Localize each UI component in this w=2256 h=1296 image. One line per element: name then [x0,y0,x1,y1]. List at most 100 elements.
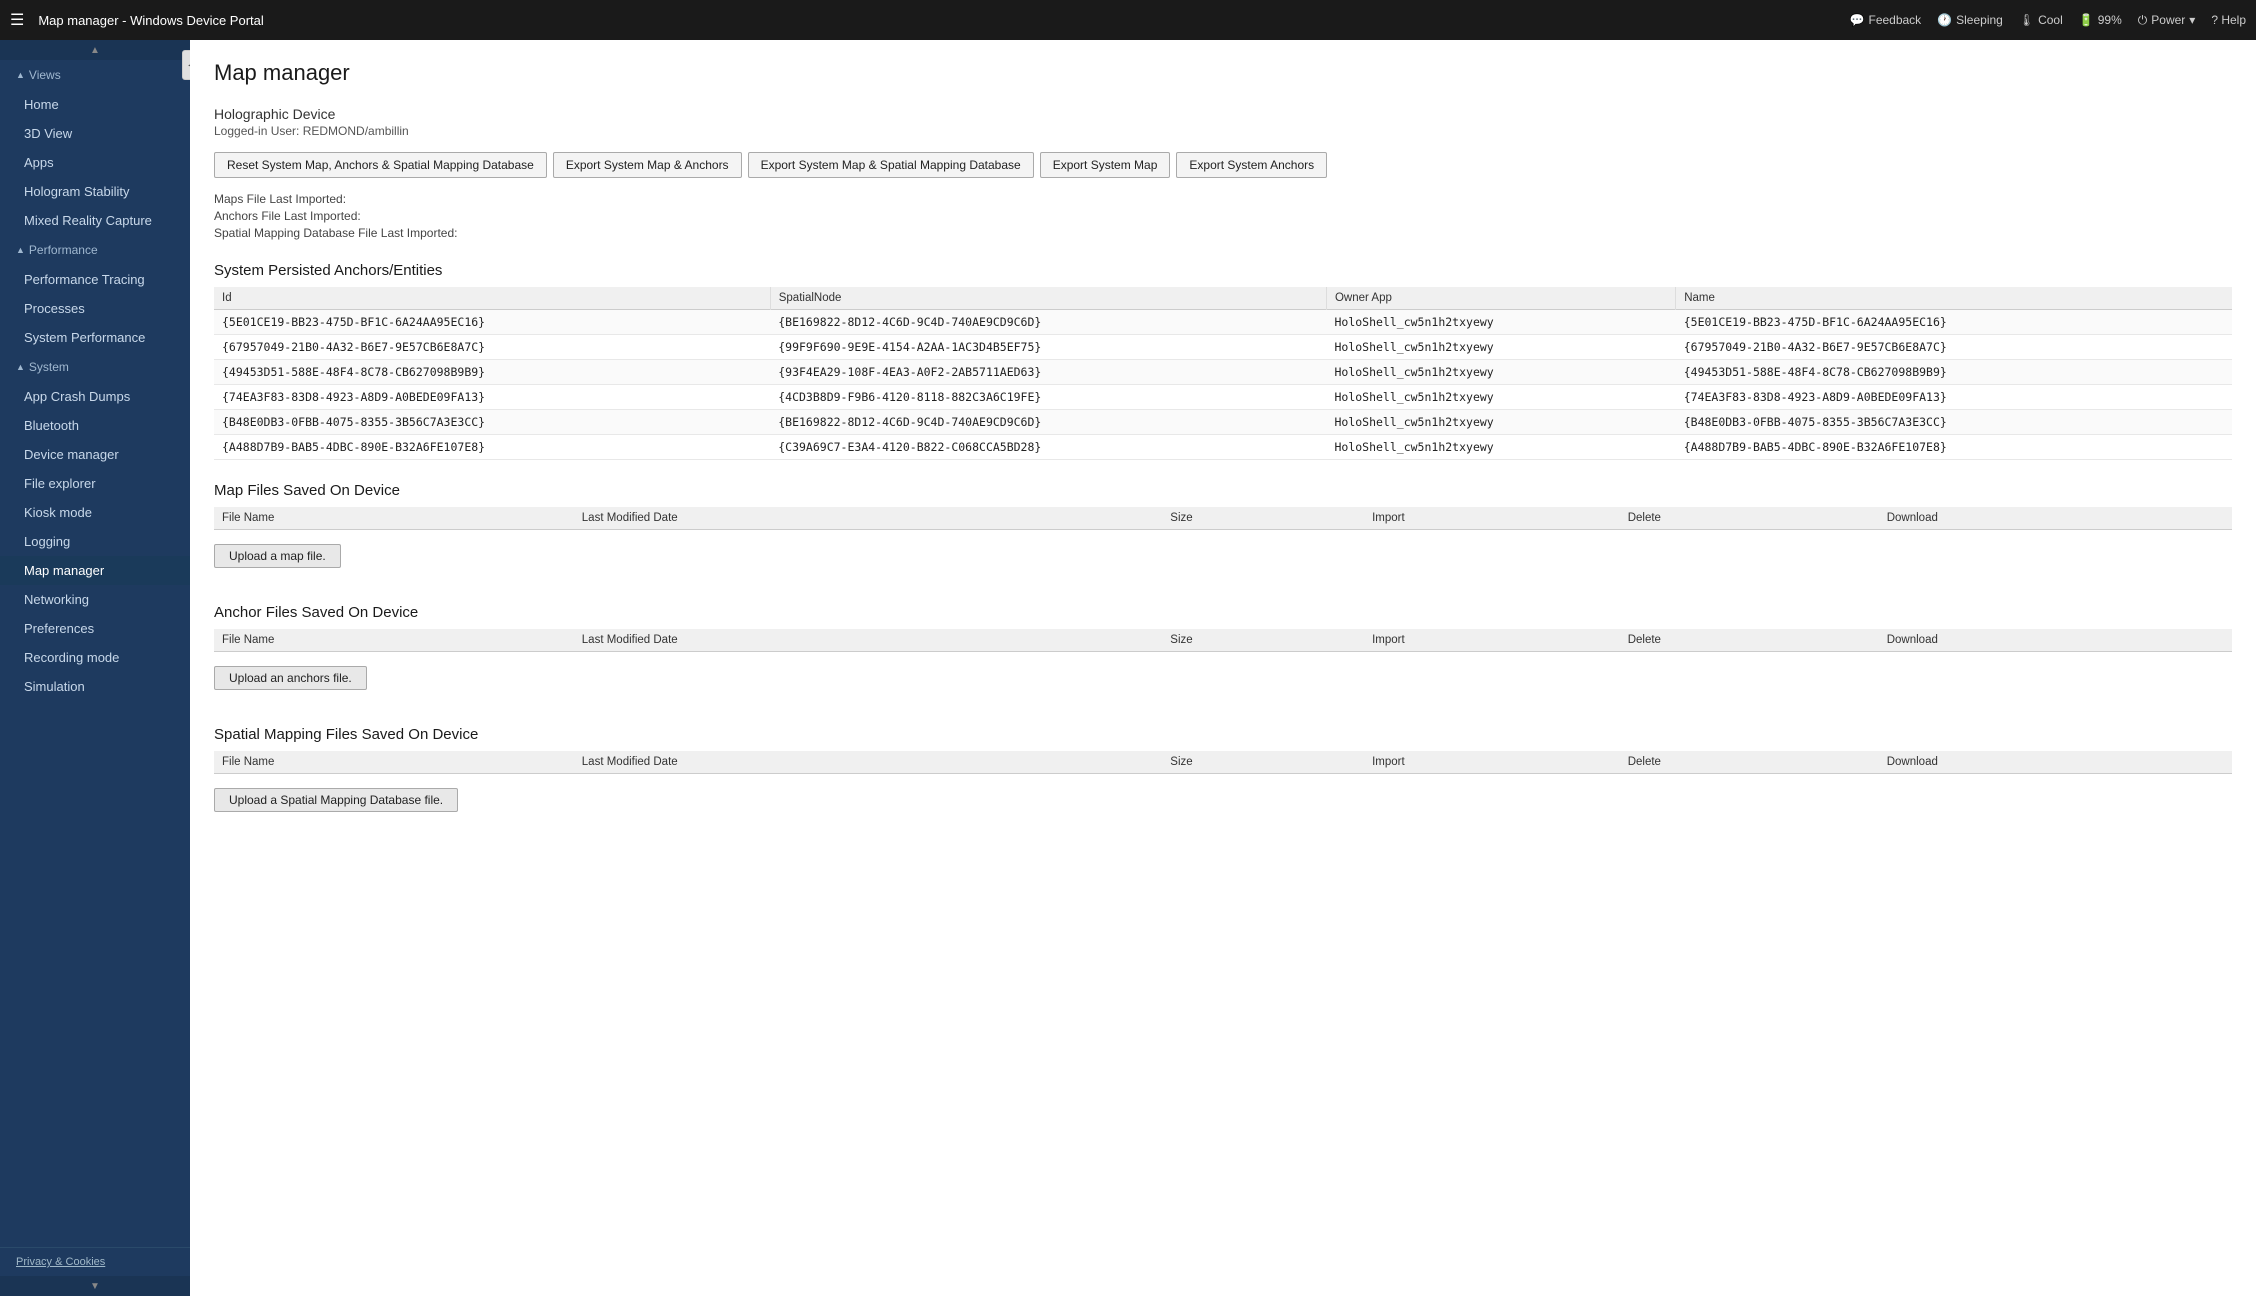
table-cell-name: {B48E0DB3-0FBB-4075-8355-3B56C7A3E3CC} [1676,410,2232,435]
table-row: {A488D7B9-BAB5-4DBC-890E-B32A6FE107E8} {C… [214,435,2232,460]
sidebar-section-performance[interactable]: Performance [0,235,190,265]
sidebar-item-apps[interactable]: Apps [0,148,190,177]
titlebar-controls: 💬 Feedback 🕐 Sleeping 🌡 Cool 🔋 99% ⏻ Pow… [1850,13,2246,28]
sidebar-item-bluetooth[interactable]: Bluetooth [0,411,190,440]
sleeping-status: 🕐 Sleeping [1937,13,2003,27]
upload-anchors-button[interactable]: Upload an anchors file. [214,666,367,690]
anchors-table-header: Id SpatialNode Owner App Name [214,287,2232,310]
sidebar-section-system[interactable]: System [0,352,190,382]
battery-status: 🔋 99% [2079,13,2122,27]
sidebar-collapse-button[interactable]: ◀ [182,50,190,80]
spatial-col-download: Download [1879,751,2232,774]
export-map-button[interactable]: Export System Map [1040,152,1171,178]
help-button[interactable]: ? Help [2211,13,2246,27]
anchor-col-download: Download [1879,629,2232,652]
sidebar-item-device-manager[interactable]: Device manager [0,440,190,469]
table-cell-id: {74EA3F83-83D8-4923-A8D9-A0BEDE09FA13} [214,385,770,410]
table-cell-owner_app: HoloShell_cw5n1h2txyewy [1326,385,1675,410]
export-map-anchors-button[interactable]: Export System Map & Anchors [553,152,742,178]
map-col-filename: File Name [214,507,574,530]
anchor-files-table: File Name Last Modified Date Size Import… [214,629,2232,652]
spatial-col-delete: Delete [1620,751,1879,774]
device-section-label: Holographic Device [214,106,2232,122]
table-row: {49453D51-588E-48F4-8C78-CB627098B9B9}{9… [214,360,2232,385]
table-cell-spatial_node: {BE169822-8D12-4C6D-9C4D-740AE9CD9C6D} [770,310,1326,335]
sidebar-item-home[interactable]: Home [0,90,190,119]
battery-icon: 🔋 [2079,13,2094,27]
table-cell-name: {A488D7B9-BAB5-4DBC-890E-B32A6FE107E8} [1676,435,2232,460]
col-header-spatialnode: SpatialNode [770,287,1326,310]
table-cell-owner_app: HoloShell_cw5n1h2txyewy [1326,410,1675,435]
main-layout: ▲ ◀ Views Home 3D View Apps Hologram Sta… [0,40,2256,1296]
spatial-files-table: File Name Last Modified Date Size Import… [214,751,2232,774]
spatial-col-size: Size [1162,751,1364,774]
table-cell-spatial_node: {93F4EA29-108F-4EA3-A0F2-2AB5711AED63} [770,360,1326,385]
col-header-id: Id [214,287,770,310]
sidebar-scroll-down[interactable]: ▼ [0,1276,190,1296]
sidebar-item-logging[interactable]: Logging [0,527,190,556]
maps-file-info: Maps File Last Imported: [214,192,2232,206]
table-row: {B48E0DB3-0FBB-4075-8355-3B56C7A3E3CC} {B… [214,410,2232,435]
sidebar-item-preferences[interactable]: Preferences [0,614,190,643]
sidebar-item-networking[interactable]: Networking [0,585,190,614]
spatial-files-heading: Spatial Mapping Files Saved On Device [214,726,2232,743]
thermometer-icon: 🌡 [2019,13,2034,27]
map-col-import: Import [1364,507,1620,530]
export-anchors-button[interactable]: Export System Anchors [1176,152,1327,178]
upload-map-button[interactable]: Upload a map file. [214,544,341,568]
sidebar-item-performance-tracing[interactable]: Performance Tracing [0,265,190,294]
power-icon: ⏻ [2138,13,2148,28]
col-header-name: Name [1676,287,2232,310]
table-cell-id: {67957049-21B0-4A32-B6E7-9E57CB6E8A7C} [214,335,770,360]
hamburger-icon[interactable]: ☰ [10,10,24,30]
sidebar-item-simulation[interactable]: Simulation [0,672,190,701]
anchors-table: Id SpatialNode Owner App Name {5E01CE19-… [214,287,2232,460]
page-title: Map manager [214,60,2232,86]
sidebar-section-views[interactable]: Views [0,60,190,90]
anchor-col-filename: File Name [214,629,574,652]
sidebar-item-system-performance[interactable]: System Performance [0,323,190,352]
sidebar-item-app-crash-dumps[interactable]: App Crash Dumps [0,382,190,411]
anchor-col-delete: Delete [1620,629,1879,652]
titlebar: ☰ Map manager - Windows Device Portal 💬 … [0,0,2256,40]
window-title: Map manager - Windows Device Portal [38,13,1849,28]
sidebar-item-map-manager[interactable]: Map manager [0,556,190,585]
map-files-table-header: File Name Last Modified Date Size Import… [214,507,2232,530]
sidebar-item-kiosk-mode[interactable]: Kiosk mode [0,498,190,527]
table-cell-spatial_node: {4CD3B8D9-F9B6-4120-8118-882C3A6C19FE} [770,385,1326,410]
sidebar: ▲ ◀ Views Home 3D View Apps Hologram Sta… [0,40,190,1296]
table-cell-owner_app: HoloShell_cw5n1h2txyewy [1326,360,1675,385]
reset-button[interactable]: Reset System Map, Anchors & Spatial Mapp… [214,152,547,178]
spatial-files-table-header: File Name Last Modified Date Size Import… [214,751,2232,774]
sidebar-item-hologram-stability[interactable]: Hologram Stability [0,177,190,206]
spatial-col-modified: Last Modified Date [574,751,1163,774]
col-header-ownerapp: Owner App [1326,287,1675,310]
upload-spatial-button[interactable]: Upload a Spatial Mapping Database file. [214,788,458,812]
sidebar-item-3dview[interactable]: 3D View [0,119,190,148]
export-map-spatial-button[interactable]: Export System Map & Spatial Mapping Data… [748,152,1034,178]
table-cell-spatial_node: {99F9F690-9E9E-4154-A2AA-1AC3D4B5EF75} [770,335,1326,360]
sidebar-item-recording-mode[interactable]: Recording mode [0,643,190,672]
sidebar-item-file-explorer[interactable]: File explorer [0,469,190,498]
sidebar-scroll-up[interactable]: ▲ [0,40,190,60]
table-row: {74EA3F83-83D8-4923-A8D9-A0BEDE09FA13}{4… [214,385,2232,410]
power-button[interactable]: ⏻ Power ▾ [2138,13,2196,28]
sidebar-item-processes[interactable]: Processes [0,294,190,323]
map-files-table: File Name Last Modified Date Size Import… [214,507,2232,530]
logged-in-user: Logged-in User: REDMOND/ambillin [214,124,2232,138]
spatial-col-import: Import [1364,751,1620,774]
table-cell-name: {67957049-21B0-4A32-B6E7-9E57CB6E8A7C} [1676,335,2232,360]
privacy-cookies-link[interactable]: Privacy & Cookies [16,1256,105,1268]
feedback-icon: 💬 [1850,13,1865,27]
anchor-files-table-header: File Name Last Modified Date Size Import… [214,629,2232,652]
spatial-col-filename: File Name [214,751,574,774]
table-cell-id: {B48E0DB3-0FBB-4075-8355-3B56C7A3E3CC} [214,410,770,435]
sidebar-item-mixed-reality-capture[interactable]: Mixed Reality Capture [0,206,190,235]
anchors-file-info: Anchors File Last Imported: [214,209,2232,223]
table-cell-id: {5E01CE19-BB23-475D-BF1C-6A24AA95EC16} [214,310,770,335]
power-dropdown-icon: ▾ [2189,13,2195,27]
table-cell-spatial_node: {C39A69C7-E3A4-4120-B822-C068CCA5BD28} [770,435,1326,460]
action-buttons: Reset System Map, Anchors & Spatial Mapp… [214,152,2232,178]
map-files-heading: Map Files Saved On Device [214,482,2232,499]
feedback-button[interactable]: 💬 Feedback [1850,13,1922,27]
